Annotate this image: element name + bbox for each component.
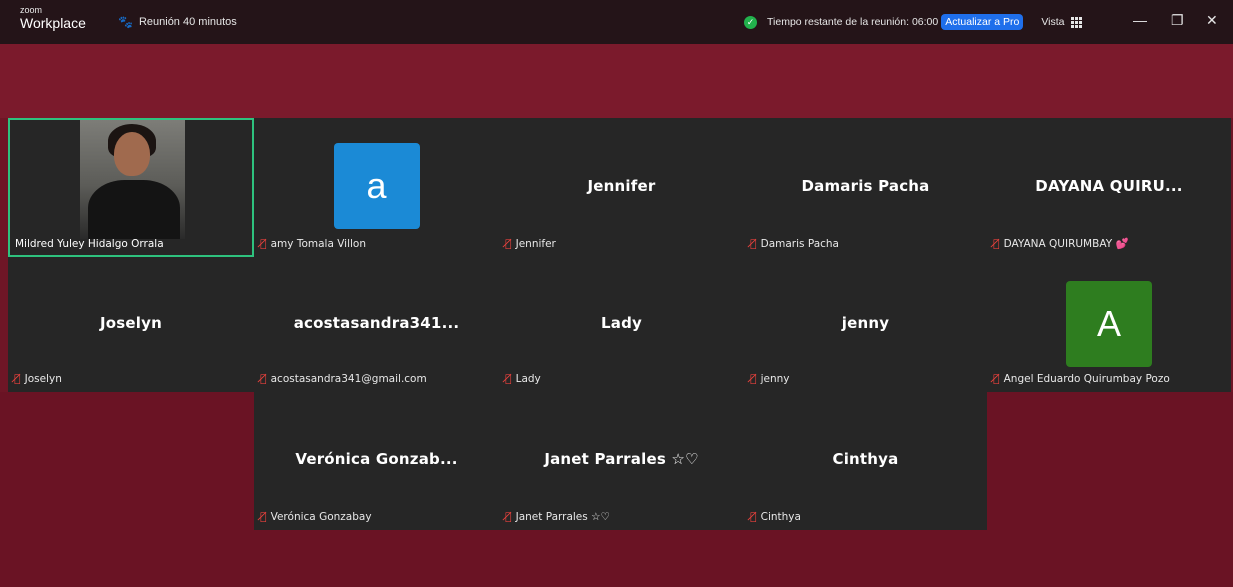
mic-muted-icon: 🎙̸ bbox=[505, 237, 512, 250]
avatar: a bbox=[333, 143, 420, 229]
mic-muted-icon: 🎙̸ bbox=[750, 237, 757, 250]
participant-tile[interactable]: Lady 🎙̸ Lady bbox=[499, 257, 744, 392]
participant-label: 🎙̸ Verónica Gonzabay bbox=[260, 510, 372, 523]
participant-tile[interactable]: DAYANA QUIRU... 🎙̸ DAYANA QUIRUMBAY 💕 bbox=[987, 118, 1231, 257]
restore-button[interactable]: ❐ bbox=[1171, 12, 1184, 29]
participant-name: jenny bbox=[841, 313, 890, 332]
mic-muted-icon: 🎙̸ bbox=[993, 372, 1000, 385]
participant-label: 🎙̸ Cinthya bbox=[750, 510, 801, 523]
view-label: Vista bbox=[1041, 16, 1065, 28]
mic-muted-icon: 🎙̸ bbox=[750, 372, 757, 385]
participant-name: acostasandra341... bbox=[293, 313, 460, 332]
title-bar: zoom Workplace 🐾 Reunión 40 minutos ✓ Ti… bbox=[0, 0, 1233, 44]
minimize-button[interactable]: — bbox=[1133, 12, 1147, 28]
grid-icon bbox=[1070, 16, 1082, 28]
avatar: A bbox=[1066, 281, 1152, 367]
participant-tile[interactable]: Cinthya 🎙̸ Cinthya bbox=[744, 392, 987, 530]
meeting-info[interactable]: 🐾 Reunión 40 minutos bbox=[118, 15, 237, 29]
participant-tile[interactable]: Damaris Pacha 🎙̸ Damaris Pacha bbox=[744, 118, 987, 257]
participant-tile[interactable]: Janet Parrales ☆♡ 🎙̸ Janet Parrales ☆♡ bbox=[499, 392, 744, 530]
mic-muted-icon: 🎙̸ bbox=[505, 510, 512, 523]
participant-name: Verónica Gonzab... bbox=[295, 450, 458, 469]
participant-name: Jennifer bbox=[587, 176, 656, 195]
participant-name: Cinthya bbox=[832, 450, 899, 469]
participant-label: 🎙̸ Angel Eduardo Quirumbay Pozo bbox=[993, 372, 1170, 385]
upgrade-button[interactable]: Actualizar a Pro bbox=[941, 14, 1024, 30]
mic-muted-icon: 🎙̸ bbox=[993, 237, 1000, 250]
mic-muted-icon: 🎙̸ bbox=[260, 510, 267, 523]
brand-top: zoom bbox=[20, 5, 43, 15]
paw-icon: 🐾 bbox=[118, 15, 133, 29]
participant-label: 🎙̸ Janet Parrales ☆♡ bbox=[505, 510, 610, 523]
participant-tile[interactable]: acostasandra341... 🎙̸ acostasandra341@gm… bbox=[254, 257, 499, 392]
participant-tile[interactable]: Mildred Yuley Hidalgo Orrala bbox=[8, 118, 254, 257]
participant-tile[interactable]: a 🎙̸ amy Tomala Villon bbox=[254, 118, 499, 257]
participant-label: 🎙̸ Damaris Pacha bbox=[750, 237, 839, 250]
participant-label: 🎙̸ Joselyn bbox=[14, 372, 62, 385]
participant-label: Mildred Yuley Hidalgo Orrala bbox=[15, 238, 164, 250]
participant-name: Joselyn bbox=[100, 313, 162, 332]
participant-name: Lady bbox=[601, 313, 642, 332]
participant-name: Damaris Pacha bbox=[801, 176, 930, 195]
brand-bottom: Workplace bbox=[20, 15, 86, 31]
zoom-logo: zoom Workplace bbox=[20, 5, 86, 31]
participant-video bbox=[80, 120, 185, 239]
participant-label: 🎙̸ jenny bbox=[750, 372, 790, 385]
participant-label: 🎙̸ Jennifer bbox=[505, 237, 556, 250]
participant-name: Janet Parrales ☆♡ bbox=[544, 450, 699, 469]
shield-check-icon[interactable]: ✓ bbox=[744, 15, 757, 29]
time-remaining: Tiempo restante de la reunión: 06:00 bbox=[767, 16, 939, 28]
participant-tile[interactable]: Joselyn 🎙̸ Joselyn bbox=[8, 257, 254, 392]
participant-name: DAYANA QUIRU... bbox=[1035, 176, 1183, 195]
participant-label: 🎙̸ acostasandra341@gmail.com bbox=[260, 372, 427, 385]
meeting-status: ✓ Tiempo restante de la reunión: 06:00 A… bbox=[744, 11, 1082, 33]
participant-label: 🎙̸ DAYANA QUIRUMBAY 💕 bbox=[993, 237, 1129, 250]
mic-muted-icon: 🎙̸ bbox=[14, 372, 21, 385]
mic-muted-icon: 🎙̸ bbox=[260, 372, 267, 385]
close-button[interactable]: ✕ bbox=[1206, 12, 1218, 29]
background-band bbox=[0, 44, 1233, 118]
participant-tile[interactable]: Jennifer 🎙̸ Jennifer bbox=[499, 118, 744, 257]
participant-label: 🎙̸ amy Tomala Villon bbox=[260, 237, 367, 250]
participant-tile[interactable]: A 🎙̸ Angel Eduardo Quirumbay Pozo bbox=[987, 257, 1231, 392]
mic-muted-icon: 🎙̸ bbox=[750, 510, 757, 523]
participant-label: 🎙̸ Lady bbox=[505, 372, 541, 385]
meeting-title: Reunión 40 minutos bbox=[138, 16, 237, 28]
mic-muted-icon: 🎙̸ bbox=[260, 237, 267, 250]
participant-tile[interactable]: jenny 🎙̸ jenny bbox=[744, 257, 987, 392]
participant-tile[interactable]: Verónica Gonzab... 🎙̸ Verónica Gonzabay bbox=[254, 392, 499, 530]
view-button[interactable]: Vista bbox=[1041, 16, 1082, 28]
mic-muted-icon: 🎙̸ bbox=[505, 372, 512, 385]
